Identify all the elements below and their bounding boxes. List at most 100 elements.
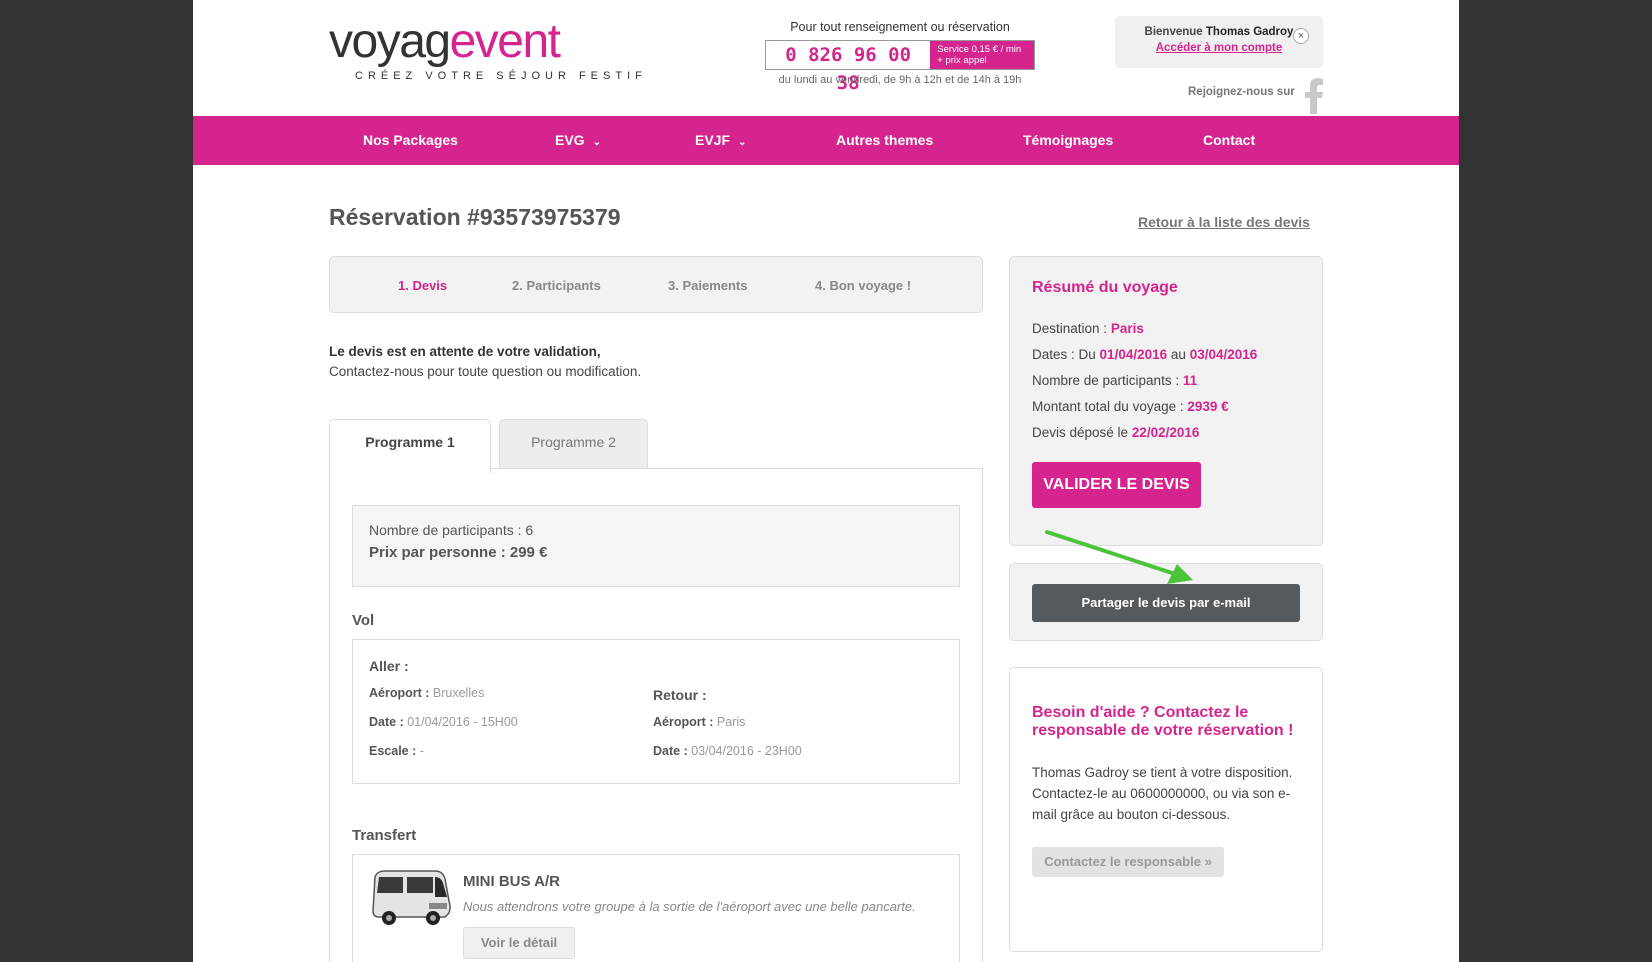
status-message-bold: Le devis est en attente de votre validat… <box>329 344 601 359</box>
phone-number: 0 826 96 00 38 <box>785 44 912 94</box>
aller-date: Date : 01/04/2016 - 15H00 <box>369 715 518 729</box>
welcome-text: Bienvenue Thomas Gadroy <box>1129 26 1309 38</box>
nav-label: Autres themes <box>836 132 934 148</box>
flight-box: Aller : Aéroport : Bruxelles Date : 01/0… <box>352 639 960 784</box>
field-label: Date : <box>369 715 404 729</box>
field-value: 03/04/2016 - 23H00 <box>691 744 802 758</box>
help-title: Besoin d'aide ? Contactez le responsable… <box>1032 704 1294 739</box>
programme-panel: Nombre de participants : 6 Prix par pers… <box>329 468 983 962</box>
summary-value: 01/04/2016 <box>1099 347 1168 362</box>
minibus-icon <box>372 870 451 925</box>
summary-label: Montant total du voyage : <box>1032 399 1184 414</box>
main-nav: Nos Packages EVG ⌄ EVJF ⌄ Autres themes Té… <box>193 116 1459 165</box>
account-link[interactable]: Accéder à mon compte <box>1156 42 1283 54</box>
close-icon[interactable]: × <box>1293 28 1309 44</box>
back-to-quotes-link[interactable]: Retour à la liste des devis <box>1138 214 1310 230</box>
summary-label: au <box>1170 347 1186 362</box>
summary-value: 2939 € <box>1187 399 1229 414</box>
trip-summary-panel: Résumé du voyage Destination : Paris Dat… <box>1009 256 1323 546</box>
field-label: Date : <box>653 744 688 758</box>
nav-item-packages[interactable]: Nos Packages <box>363 116 458 165</box>
summary-label: Devis déposé le <box>1032 425 1129 440</box>
tab-programme-2[interactable]: Programme 2 <box>499 419 648 469</box>
logo-part-1: voyag <box>329 15 451 68</box>
validate-quote-button[interactable]: VALIDER LE DEVIS <box>1032 462 1201 508</box>
phone-service-note: Service 0,15 € / min + prix appel <box>930 41 1034 69</box>
summary-destination: Destination : Paris <box>1032 321 1300 336</box>
transfer-description: Nous attendrons votre groupe à la sortie… <box>463 899 916 914</box>
logo-wordmark: voyagevent <box>329 14 629 70</box>
summary-label: Nombre de participants : <box>1032 373 1180 388</box>
help-panel: Besoin d'aide ? Contactez le responsable… <box>1009 667 1323 952</box>
field-value: Paris <box>716 715 746 729</box>
contact-hours: du lundi au vendredi, de 9h à 12h et de … <box>778 74 1022 86</box>
status-message: Contactez-nous pour toute question ou mo… <box>329 364 642 379</box>
contact-info: Pour tout renseignement ou réservation 0… <box>765 20 1035 94</box>
summary-participants: Nombre de participants : 11 <box>1032 373 1300 388</box>
retour-airport: Aéroport : Paris <box>653 715 745 729</box>
summary-label: Dates : Du <box>1032 347 1096 362</box>
field-value: - <box>419 744 424 758</box>
join-us-label: Rejoignez-nous sur <box>1188 86 1295 98</box>
contact-label: Pour tout renseignement ou réservation <box>790 20 1010 34</box>
view-detail-button[interactable]: Voir le détail <box>463 927 575 959</box>
price-per-person: Prix par personne : 299 € <box>369 544 548 561</box>
summary-value: 11 <box>1182 373 1198 388</box>
annotation-arrow-icon <box>1045 530 1193 584</box>
summary-value: 03/04/2016 <box>1189 347 1258 362</box>
summary-dates: Dates : Du 01/04/2016 au 03/04/2016 <box>1032 347 1300 362</box>
phone-service-line-2: + prix appel <box>937 55 987 66</box>
nav-item-evg[interactable]: EVG ⌄ <box>555 116 601 165</box>
chevron-down-icon: ⌄ <box>592 137 601 148</box>
participants-count: Nombre de participants : 6 <box>369 522 534 538</box>
welcome-box: Bienvenue Thomas Gadroy Accéder à mon co… <box>1115 16 1323 68</box>
help-text: Thomas Gadroy se tient à votre dispositi… <box>1032 765 1293 822</box>
nav-label: Nos Packages <box>363 132 458 148</box>
nav-item-evjf[interactable]: EVJF ⌄ <box>695 116 746 165</box>
field-label: Aéroport : <box>369 686 430 700</box>
transfer-box: MINI BUS A/R Nous attendrons votre group… <box>352 854 960 962</box>
facebook-icon[interactable] <box>1303 78 1325 114</box>
retour-date: Date : 03/04/2016 - 23H00 <box>653 744 802 758</box>
nav-item-temoignages[interactable]: Témoignages <box>1023 116 1113 165</box>
field-label: Escale : <box>369 744 417 758</box>
chevron-down-icon: ⌄ <box>738 137 747 148</box>
tab-programme-1[interactable]: Programme 1 <box>329 419 491 473</box>
welcome-prefix: Bienvenue <box>1144 26 1203 38</box>
aller-escale: Escale : - <box>369 744 424 758</box>
nav-label: Contact <box>1203 132 1256 148</box>
vol-section-title: Vol <box>352 612 375 629</box>
summary-lines: Destination : Paris Dates : Du 01/04/201… <box>1032 321 1300 440</box>
nav-item-contact[interactable]: Contact <box>1203 116 1255 165</box>
phone-service-line-1: Service 0,15 € / min <box>937 44 1022 55</box>
price-box: Nombre de participants : 6 Prix par pers… <box>352 505 960 587</box>
summary-title: Résumé du voyage <box>1032 279 1178 296</box>
logo[interactable]: voyagevent CRÉEZ VOTRE SÉJOUR FESTIF <box>329 14 647 88</box>
field-label: Aéroport : <box>653 715 714 729</box>
transfer-name: MINI BUS A/R <box>463 873 560 890</box>
summary-total: Montant total du voyage : 2939 € <box>1032 399 1300 414</box>
field-value: Bruxelles <box>432 686 485 700</box>
summary-deposit-date: Devis déposé le 22/02/2016 <box>1032 425 1300 440</box>
aller-airport: Aéroport : Bruxelles <box>369 686 484 700</box>
transfert-section-title: Transfert <box>352 827 417 844</box>
aller-title: Aller : <box>369 658 409 674</box>
nav-label: EVJF <box>695 132 731 148</box>
summary-value: Paris <box>1110 321 1144 336</box>
step-paiements[interactable]: 3. Paiements <box>668 257 748 314</box>
nav-item-autres-themes[interactable]: Autres themes <box>836 116 933 165</box>
share-by-email-button[interactable]: Partager le devis par e-mail <box>1032 584 1300 622</box>
contact-manager-button[interactable]: Contactez le responsable » <box>1032 847 1224 877</box>
page-title: Réservation #93573975379 <box>329 204 621 230</box>
phone-block[interactable]: 0 826 96 00 38 Service 0,15 € / min + pr… <box>765 40 1035 94</box>
step-participants[interactable]: 2. Participants <box>512 257 601 314</box>
retour-title: Retour : <box>653 687 707 703</box>
summary-label: Destination : <box>1032 321 1108 336</box>
nav-label: Témoignages <box>1023 132 1114 148</box>
nav-label: EVG <box>555 132 585 148</box>
step-bon-voyage[interactable]: 4. Bon voyage ! <box>815 257 911 314</box>
logo-part-2: event <box>449 15 561 68</box>
step-devis[interactable]: 1. Devis <box>398 257 447 314</box>
logo-tagline: CRÉEZ VOTRE SÉJOUR FESTIF <box>355 70 647 82</box>
welcome-user-name: Thomas Gadroy <box>1205 26 1294 38</box>
